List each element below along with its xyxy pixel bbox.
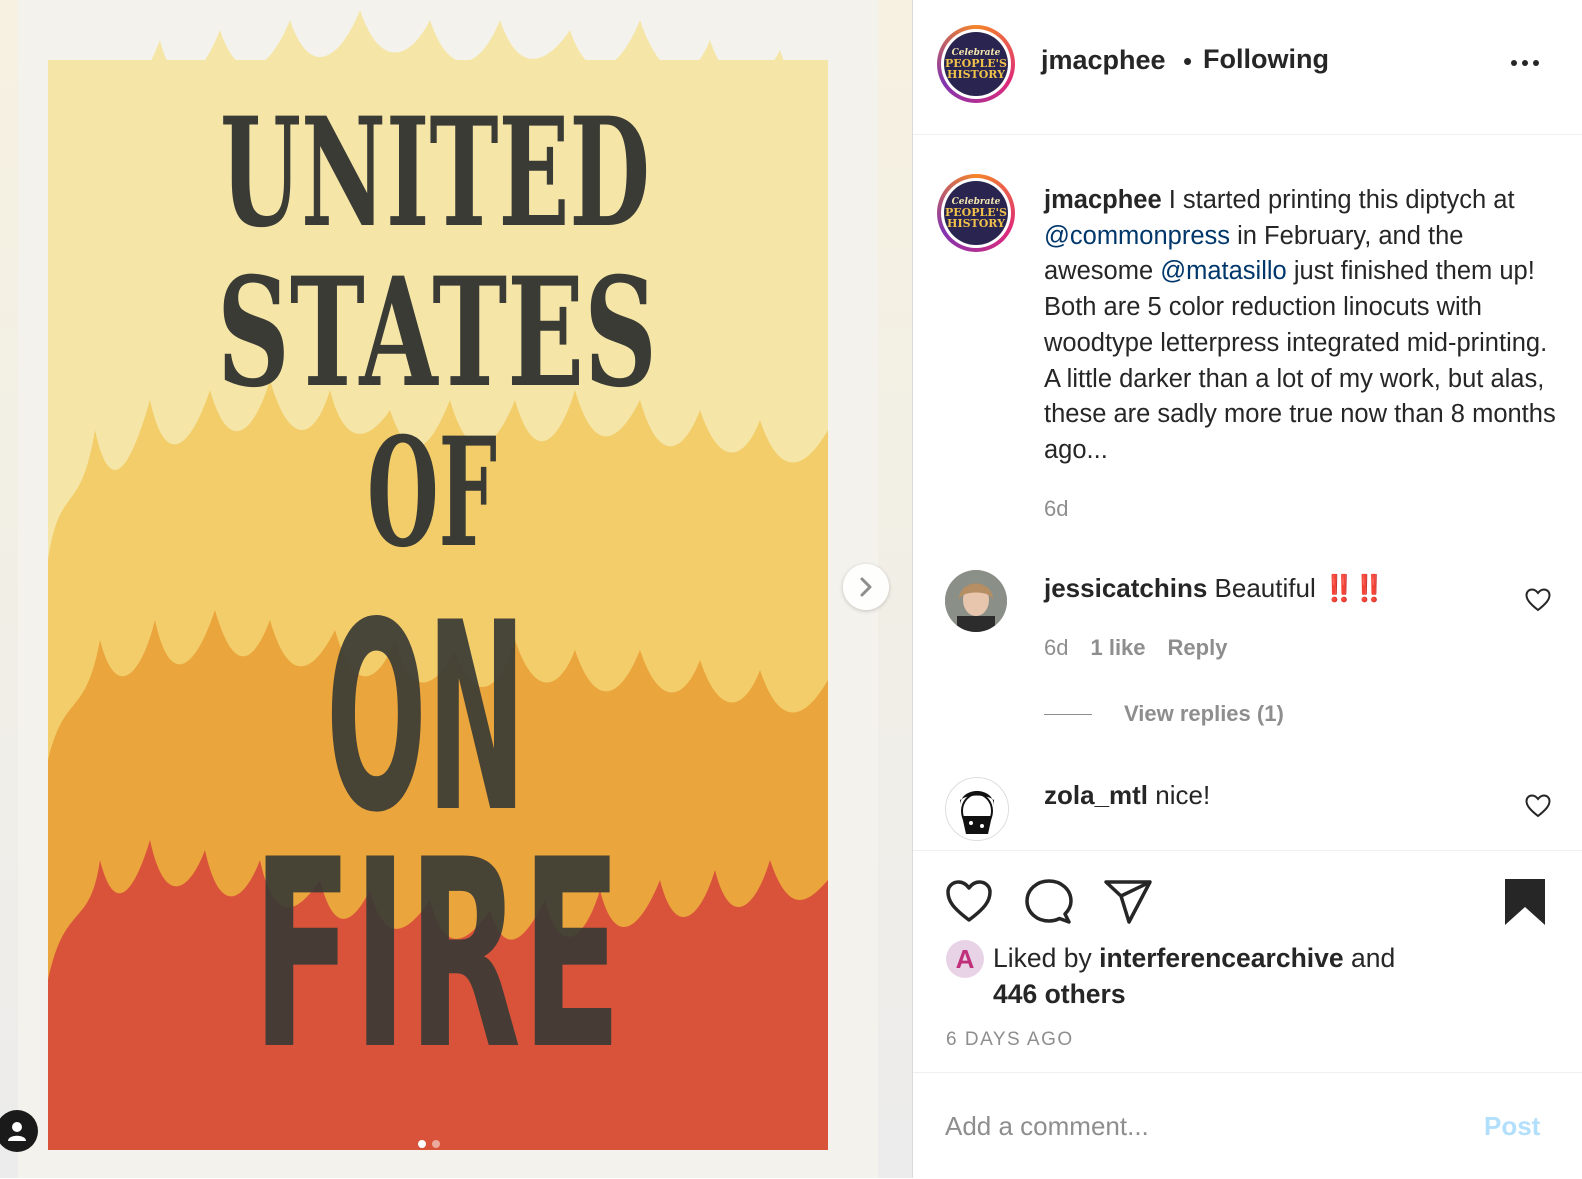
avatar-text: PEOPLE'S — [945, 205, 1007, 219]
poster-word-3: OF — [367, 405, 497, 581]
comment-emoji: ‼️‼️ — [1322, 573, 1386, 603]
caption-avatar[interactable]: Celebrate PEOPLE'S HISTORY — [937, 174, 1015, 252]
carousel-indicator — [418, 1140, 440, 1148]
caption-username[interactable]: jmacphee — [1044, 186, 1162, 214]
like-icon[interactable] — [945, 879, 993, 923]
comment-username[interactable]: jessicatchins — [1044, 573, 1207, 603]
author-avatar[interactable]: Celebrate PEOPLE'S HISTORY — [937, 25, 1015, 103]
post-panel: Celebrate PEOPLE'S HISTORY jmacphee • Fo… — [913, 0, 1582, 1178]
poster-word-2: STATES — [217, 245, 657, 421]
post-caption: jmacphee I started printing this diptych… — [1044, 183, 1564, 469]
user-icon — [8, 1122, 26, 1141]
commenter-avatar[interactable] — [945, 570, 1007, 632]
carousel-dot — [432, 1140, 440, 1148]
comment-icon[interactable] — [1025, 879, 1073, 925]
post-media: UNITED STATES OF ON FIRE — [0, 0, 912, 1178]
commenter-avatar[interactable] — [945, 777, 1009, 841]
reply-button[interactable]: Reply — [1168, 635, 1228, 660]
avatar-text: HISTORY — [947, 67, 1005, 81]
comment-username[interactable]: zola_mtl — [1044, 780, 1148, 810]
poster-word-1: UNITED — [220, 85, 650, 261]
liker-username[interactable]: interferencearchive — [1099, 943, 1344, 973]
comment-meta: 6d 1 like Reply — [1044, 635, 1249, 661]
avatar-text: HISTORY — [947, 216, 1005, 230]
likes-count-button[interactable]: 446 others — [993, 979, 1126, 1009]
replies-divider — [1044, 714, 1092, 715]
comment-box: Add a comment... Post — [913, 1072, 1582, 1179]
next-slide-button[interactable] — [843, 564, 889, 610]
liked-conj: and — [1350, 943, 1396, 973]
poster-image: UNITED STATES OF ON FIRE — [0, 0, 912, 1178]
post-date[interactable]: 6 DAYS AGO — [946, 1029, 1074, 1051]
caption-text: I started printing this diptych at — [1168, 186, 1515, 214]
post-header: Celebrate PEOPLE'S HISTORY jmacphee • Fo… — [913, 0, 1582, 135]
save-bookmark-icon[interactable] — [1503, 877, 1547, 927]
poster-word-5: FIRE — [252, 805, 622, 1107]
comment-time[interactable]: 6d — [1044, 635, 1068, 660]
caption-time[interactable]: 6d — [1044, 496, 1068, 522]
heart-outline-icon[interactable] — [1525, 588, 1551, 612]
comment: zola_mtl nice! — [1044, 780, 1210, 811]
mention-link[interactable]: @matasillo — [1160, 257, 1287, 285]
mention-link[interactable]: @commonpress — [1044, 222, 1230, 250]
caption-text: just finished them up! Both are 5 color … — [1044, 257, 1556, 464]
author-username[interactable]: jmacphee — [1041, 45, 1166, 76]
comment-body: Beautiful — [1214, 573, 1316, 603]
more-horizontal-icon[interactable] — [1511, 60, 1539, 66]
avatar-text: PEOPLE'S — [945, 56, 1007, 70]
comment: jessicatchins Beautiful ‼️‼️ — [1044, 573, 1386, 604]
chevron-right-icon — [860, 577, 872, 597]
following-button[interactable]: Following — [1203, 44, 1329, 75]
comment-likes[interactable]: 1 like — [1090, 635, 1145, 660]
liked-prefix: Liked by — [993, 943, 1092, 973]
carousel-dot — [418, 1140, 426, 1148]
comment-input[interactable]: Add a comment... — [945, 1111, 1149, 1142]
separator-dot: • — [1183, 46, 1193, 76]
view-replies-button[interactable]: View replies (1) — [1124, 701, 1284, 727]
liked-by-text: Liked by interferencearchive and 446 othe… — [993, 940, 1553, 1012]
comment-body: nice! — [1155, 780, 1211, 810]
heart-outline-icon[interactable] — [1525, 794, 1551, 818]
post-comment-button[interactable]: Post — [1484, 1111, 1540, 1142]
share-icon[interactable] — [1103, 879, 1153, 925]
liker-avatar[interactable]: A — [946, 940, 984, 978]
